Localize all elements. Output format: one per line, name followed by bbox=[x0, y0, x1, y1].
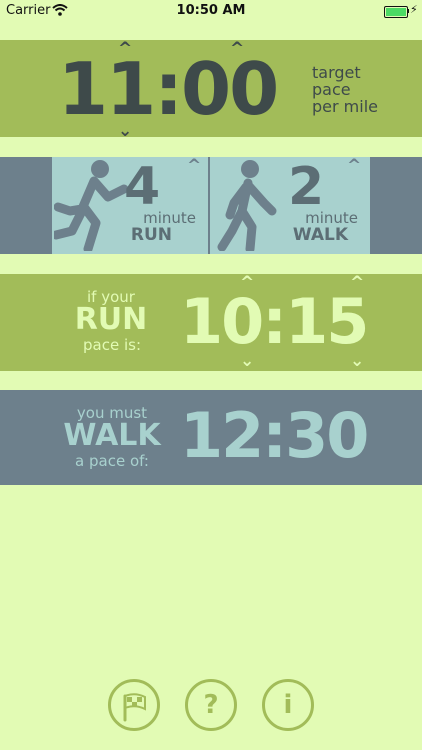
run-minutes-up-chevron-icon[interactable]: ^ bbox=[187, 158, 201, 175]
target-label-line1: target bbox=[312, 63, 361, 82]
run-pace-minutes-down-chevron-icon[interactable]: ⌄ bbox=[240, 353, 254, 370]
target-pace-label: target pace per mile bbox=[312, 64, 378, 115]
run-pace-time[interactable]: 10:15 bbox=[180, 284, 369, 360]
status-time: 10:50 AM bbox=[176, 3, 246, 18]
walk-pace-time: 12:30 bbox=[180, 399, 369, 472]
run-label: RUN bbox=[130, 225, 172, 245]
target-pace-time[interactable]: 11:00 bbox=[58, 48, 279, 130]
charging-icon: ⚡ bbox=[410, 3, 418, 16]
checkered-flag-icon bbox=[121, 691, 149, 737]
target-label-line2: pace bbox=[312, 80, 351, 99]
walk-pace-suffix: a pace of: bbox=[75, 452, 149, 470]
battery-icon bbox=[384, 6, 408, 18]
runner-icon bbox=[51, 159, 130, 255]
target-pace-panel: ^ ^ 11:00 ⌄ target pace per mile bbox=[0, 40, 422, 140]
walk-pace-panel: you must WALK a pace of: 12:30 bbox=[0, 390, 422, 485]
walk-interval-tile[interactable]: ^ 2 minute WALK bbox=[210, 157, 370, 254]
battery-tip bbox=[407, 9, 409, 13]
run-pace-word: RUN bbox=[74, 302, 148, 337]
target-minutes-down-chevron-icon[interactable]: ⌄ bbox=[118, 123, 132, 140]
status-bar: Carrier 10:50 AM ⚡ bbox=[0, 0, 422, 22]
target-label-line3: per mile bbox=[312, 97, 378, 116]
walk-label: WALK bbox=[292, 225, 348, 245]
run-interval-tile[interactable]: ^ 4 minute RUN bbox=[51, 157, 208, 255]
interval-panel: ^ 4 minute RUN ^ 2 minute WALK bbox=[0, 157, 422, 254]
help-button[interactable]: ? bbox=[185, 679, 237, 731]
finish-flag-button[interactable] bbox=[108, 679, 160, 731]
run-pace-seconds-down-chevron-icon[interactable]: ⌄ bbox=[350, 353, 364, 370]
walk-minutes-value: 2 bbox=[288, 157, 325, 217]
walker-icon bbox=[214, 159, 278, 255]
walk-pace-word: WALK bbox=[63, 418, 161, 453]
run-minutes-value: 4 bbox=[124, 157, 161, 217]
info-button[interactable]: i bbox=[262, 679, 314, 731]
run-pace-suffix: pace is: bbox=[83, 336, 141, 354]
run-pace-panel: if your RUN pace is: ^ ^ 10:15 ⌄ ⌄ bbox=[0, 274, 422, 371]
walk-minutes-up-chevron-icon[interactable]: ^ bbox=[347, 158, 361, 175]
